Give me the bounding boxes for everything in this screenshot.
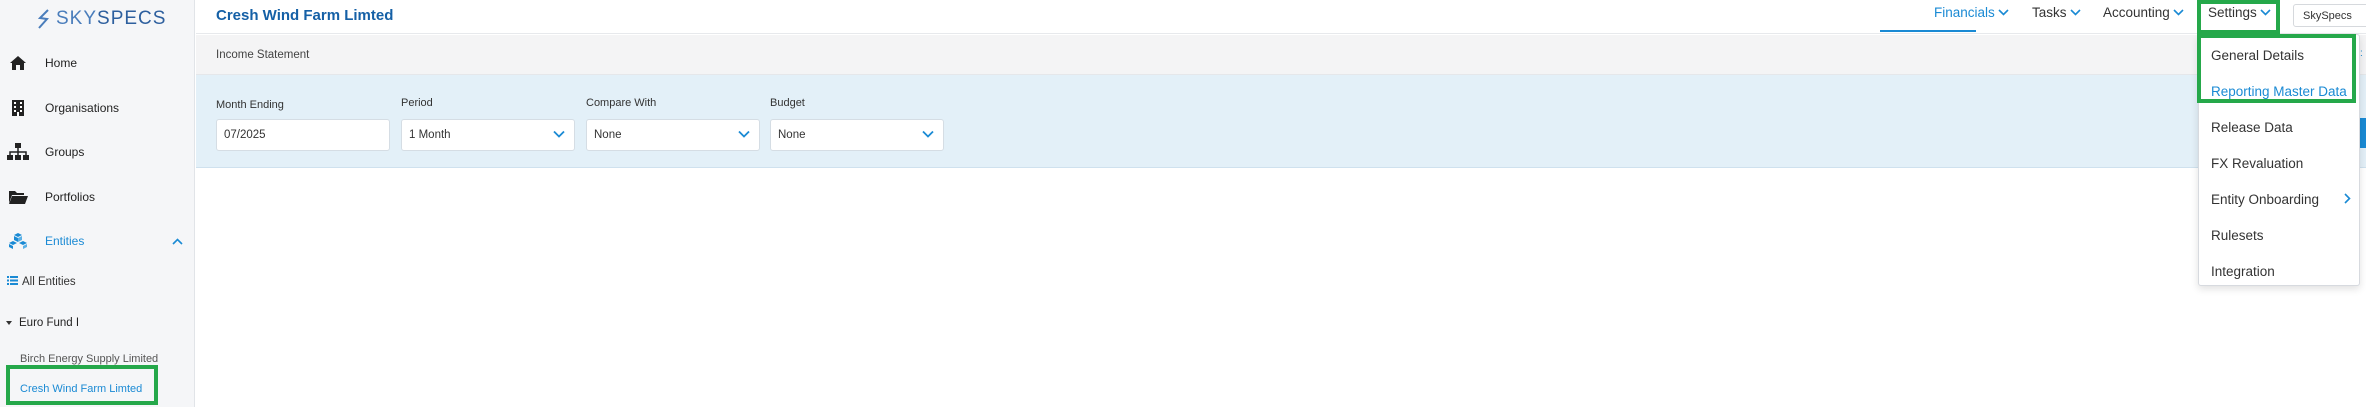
period-value: 1 Month bbox=[409, 129, 451, 141]
sidebar-item-home[interactable]: Home bbox=[0, 48, 195, 78]
skyspecs-logo-icon bbox=[37, 9, 49, 29]
caret-down-icon bbox=[6, 317, 12, 329]
chevron-right-icon bbox=[2344, 193, 2351, 204]
entity-link[interactable]: Birch Energy Supply Limited bbox=[20, 353, 158, 365]
org-selector[interactable]: SkySpecs bbox=[2293, 4, 2366, 27]
settings-dropdown-menu: General Details Reporting Master Data Re… bbox=[2198, 34, 2360, 286]
period-label: Period bbox=[401, 97, 433, 109]
nav-label: Accounting bbox=[2103, 5, 2170, 20]
menu-item-rulesets[interactable]: Rulesets bbox=[2211, 228, 2264, 243]
sidebar-item-groups[interactable]: Groups bbox=[0, 137, 195, 167]
sidebar-item-label: Organisations bbox=[45, 101, 120, 115]
chevron-down-icon bbox=[2069, 9, 2081, 16]
home-icon bbox=[7, 52, 29, 74]
all-entities-label: All Entities bbox=[22, 276, 76, 288]
nav-tasks[interactable]: Tasks bbox=[2032, 5, 2081, 20]
compare-with-label: Compare With bbox=[586, 97, 657, 109]
compare-with-value: None bbox=[594, 129, 622, 141]
hierarchy-icon bbox=[7, 141, 29, 163]
chevron-down-icon bbox=[922, 130, 934, 138]
menu-item-entity-onboarding[interactable]: Entity Onboarding bbox=[2211, 192, 2319, 207]
sidebar-item-label: Entities bbox=[45, 234, 85, 248]
entity-link-selected[interactable]: Cresh Wind Farm Limted bbox=[20, 383, 142, 395]
sidebar-item-label: Portfolios bbox=[45, 190, 96, 204]
logo-text: SKYSPECS bbox=[56, 8, 167, 29]
budget-label: Budget bbox=[770, 97, 805, 109]
sidebar-item-portfolios[interactable]: Portfolios bbox=[0, 182, 195, 212]
folder-open-icon bbox=[7, 186, 29, 208]
sidebar-item-entities[interactable]: Entities bbox=[0, 226, 195, 256]
fund-label: Euro Fund I bbox=[19, 317, 80, 329]
menu-item-fx-revaluation[interactable]: FX Revaluation bbox=[2211, 156, 2303, 171]
month-ending-label: Month Ending bbox=[216, 99, 284, 111]
chevron-down-icon bbox=[738, 130, 750, 138]
menu-item-integration[interactable]: Integration bbox=[2211, 264, 2275, 279]
sidebar-item-fund[interactable]: Euro Fund I bbox=[6, 317, 79, 329]
edge-fragment: : bbox=[2360, 48, 2363, 59]
menu-item-release-data[interactable]: Release Data bbox=[2211, 120, 2293, 135]
compare-with-select[interactable]: None bbox=[586, 119, 760, 151]
nav-label: Financials bbox=[1934, 5, 1995, 20]
period-select[interactable]: 1 Month bbox=[401, 119, 575, 151]
sidebar-item-label: Groups bbox=[45, 145, 85, 159]
cubes-icon bbox=[7, 230, 29, 252]
chevron-up-icon[interactable] bbox=[172, 232, 183, 250]
active-tab-underline bbox=[1880, 30, 1976, 32]
nav-label: Settings bbox=[2208, 5, 2257, 20]
building-icon bbox=[7, 97, 29, 119]
skyspecs-logo[interactable]: SKYSPECS bbox=[36, 4, 166, 34]
filter-panel: Month Ending 07/2025 Period 1 Month Comp… bbox=[196, 75, 2366, 168]
breadcrumb: Income Statement bbox=[216, 49, 310, 61]
menu-item-reporting-master-data[interactable]: Reporting Master Data bbox=[2211, 84, 2347, 99]
budget-value: None bbox=[778, 129, 806, 141]
list-icon bbox=[7, 276, 18, 288]
sidebar-item-organisations[interactable]: Organisations bbox=[0, 93, 195, 123]
chevron-down-icon bbox=[1998, 9, 2009, 16]
breadcrumb-bar: Income Statement bbox=[196, 35, 2366, 75]
nav-financials[interactable]: Financials bbox=[1934, 5, 2009, 20]
sidebar-item-label: Home bbox=[45, 56, 78, 70]
month-ending-input[interactable]: 07/2025 bbox=[216, 119, 390, 151]
chevron-down-icon bbox=[2260, 9, 2271, 16]
chevron-down-icon bbox=[2173, 9, 2184, 16]
budget-select[interactable]: None bbox=[770, 119, 944, 151]
page-title: Cresh Wind Farm Limted bbox=[216, 7, 394, 24]
nav-settings[interactable]: Settings bbox=[2208, 5, 2271, 20]
sidebar-item-all-entities[interactable]: All Entities bbox=[7, 276, 76, 288]
menu-item-general-details[interactable]: General Details bbox=[2211, 48, 2304, 63]
nav-accounting[interactable]: Accounting bbox=[2103, 5, 2184, 20]
sidebar: SKYSPECS Home Organisations Groups Portf bbox=[0, 0, 195, 407]
chevron-down-icon bbox=[553, 130, 565, 138]
nav-label: Tasks bbox=[2032, 5, 2067, 20]
